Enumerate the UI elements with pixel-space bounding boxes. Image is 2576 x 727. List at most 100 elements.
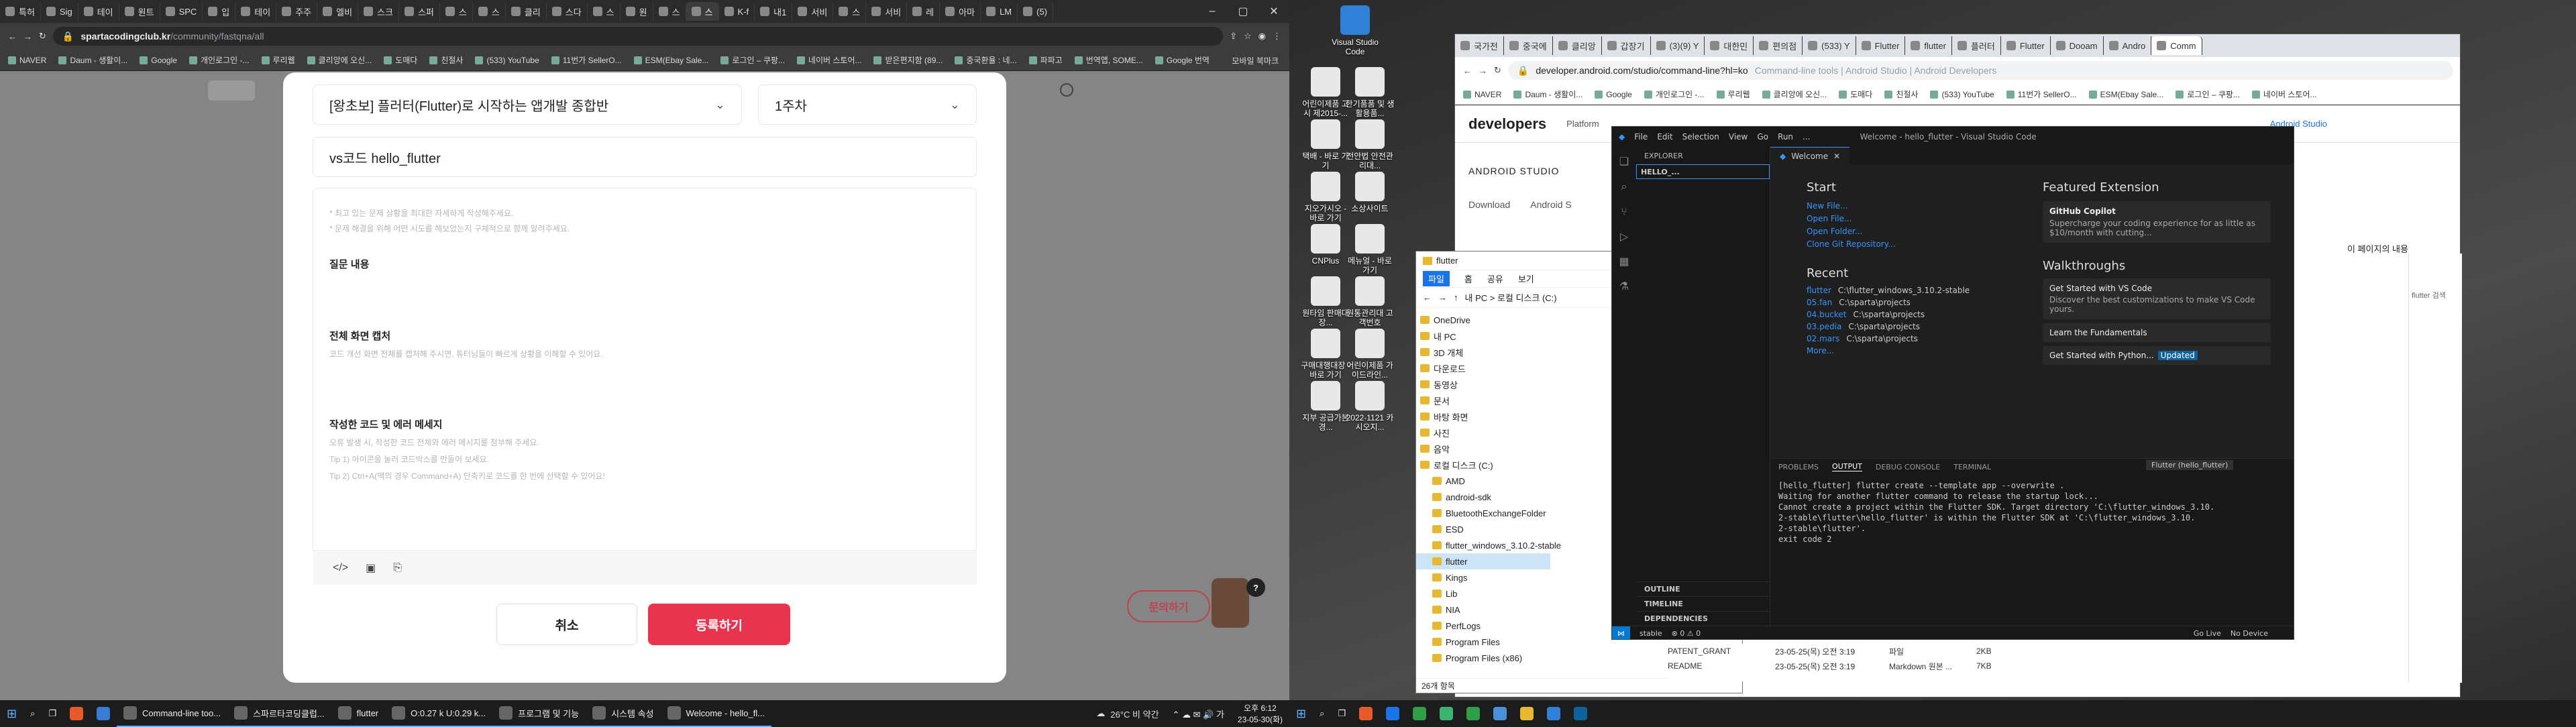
bookmark-item[interactable]: 도매다 [1839,89,1872,100]
browser-tab[interactable]: Andro [2104,36,2152,55]
desktop-icon[interactable]: 지오가시오 - 바로 가기 [1300,172,1351,223]
url-input[interactable]: 🔒 developer.android.com/studio/command-l… [1507,61,2453,80]
ribbon-tab[interactable]: 보기 [1518,272,1534,285]
menu-item[interactable]: File [1634,132,1648,142]
reload-icon[interactable]: ↻ [1494,65,1501,76]
browser-tab[interactable]: 원 [621,2,653,21]
browser-tab[interactable]: 아마 [940,2,981,21]
bookmark-item[interactable]: Google [140,56,177,65]
recent-item[interactable]: 05.fan C:\sparta\projects [1807,298,2035,307]
browser-tab[interactable]: 테이 [78,2,119,21]
taskbar-app[interactable] [1540,700,1567,727]
copilot-card[interactable]: GitHub Copilot Supercharge your coding e… [2043,201,2271,243]
share-icon[interactable]: ⇪ [1230,31,1237,42]
desktop-icon[interactable]: 전안법 안전관리대... [1344,119,1395,170]
file-row[interactable]: README 23-05-25(목) 오전 3:19 Markdown 원본 ...… [1668,659,2406,673]
bookmark-item[interactable]: ESM(Ebay Sale... [634,56,709,65]
browser-tab[interactable]: 스 [588,2,621,21]
taskbar-app[interactable] [1433,700,1460,727]
browser-tab[interactable]: 스 [686,2,719,21]
tree-item[interactable]: 로컬 디스크 (C:) [1416,457,1550,473]
browser-tab[interactable]: Flutter [1856,36,1906,55]
bookmark-item[interactable]: ESM(Ebay Sale... [2089,90,2164,99]
weather-widget[interactable]: ☁ 26°C 비 약간 [1089,700,1165,727]
desktop-icon[interactable]: 원통관리대 고객번호 [1344,276,1395,327]
bookmark-item[interactable]: 도매다 [384,54,417,66]
desktop-icon[interactable]: 2022-1121 카시오지... [1344,381,1395,432]
url-input[interactable]: 🔒 spartacodingclub.kr/community/fastqna/… [52,27,1224,46]
status-device[interactable]: No Device [2231,629,2268,638]
sub-nav-studio[interactable]: Android S [1530,199,1571,210]
browser-tab[interactable]: 테이 [235,2,277,21]
browser-tab[interactable]: Sig [41,2,78,21]
back-icon[interactable]: ← [1463,66,1472,76]
tree-item[interactable]: 사진 [1416,425,1550,441]
back-icon[interactable]: ← [1423,292,1432,302]
start-icon[interactable]: ⊞ [1289,700,1313,727]
bookmark-item[interactable]: 루리웹 [1717,89,1750,100]
desktop-icon[interactable]: 메뉴얼 - 바로 가기 [1344,224,1395,275]
walkthrough-fundamentals[interactable]: Learn the Fundamentals [2043,323,2271,342]
taskbar-app[interactable]: 프로그램 및 기능 [492,700,586,727]
pinned-app-icon[interactable] [90,700,117,727]
status-branch[interactable]: stable [1640,629,1662,638]
bookmark-item[interactable]: 중국환율 : 네... [955,54,1016,66]
bookmark-item[interactable]: NAVER [1463,90,1501,99]
browser-tab[interactable]: 서비 [866,2,908,21]
source-control-icon[interactable]: ⑂ [1621,205,1627,218]
browser-tab[interactable]: Comm [2151,36,2202,55]
star-icon[interactable]: ☆ [1244,31,1252,42]
tree-item[interactable]: 바탕 화면 [1416,408,1550,425]
desktop-icon[interactable]: Visual Studio Code [1330,5,1381,56]
tree-item[interactable]: Kings [1416,569,1550,585]
taskbar-app[interactable] [1352,700,1379,727]
search-icon[interactable]: ⌕ [23,700,42,727]
search-icon[interactable]: ⌕ [1621,180,1627,193]
bookmark-item[interactable]: 친절사 [429,54,463,66]
recent-item[interactable]: 04.bucket C:\sparta\projects [1807,310,2035,319]
tree-item[interactable]: flutter [1416,553,1550,569]
course-select[interactable]: [왕초보] 플러터(Flutter)로 시작하는 앱개발 종합반 ⌄ [313,85,742,125]
bookmark-item[interactable]: 개인로그인 -... [1644,89,1705,100]
bookmark-item[interactable]: 번역앱, SOME... [1075,54,1143,66]
browser-tab[interactable]: 원트 [119,2,160,21]
status-go-live[interactable]: Go Live [2194,629,2221,638]
extensions-icon[interactable]: ▦ [1619,255,1629,268]
panel-tab[interactable]: OUTPUT [1832,462,1862,471]
pinned-app-icon[interactable] [63,700,90,727]
testing-icon[interactable]: ⚗ [1619,280,1629,292]
explorer-search-input[interactable]: flutter 검색 [2409,254,2462,300]
forward-icon[interactable]: → [23,32,32,42]
desktop-icon[interactable]: 택배 - 바로 가기 [1300,119,1351,170]
taskbar-app[interactable]: 시스템 속성 [586,700,661,727]
cancel-button[interactable]: 취소 [496,604,637,645]
forward-icon[interactable]: → [1479,66,1487,76]
menu-icon[interactable]: ⋮ [1273,31,1281,42]
outline-section[interactable]: OUTLINE [1636,581,1770,596]
bookmark-item[interactable]: 루리웹 [262,54,295,66]
browser-tab[interactable]: 주주 [276,2,318,21]
browser-tab[interactable]: 스 [833,2,867,21]
site-brand[interactable]: developers [1468,115,1546,133]
browser-tab[interactable]: 클리앙 [1553,36,1602,55]
start-link[interactable]: Open Folder... [1807,227,2035,236]
nav-platform[interactable]: Platform [1566,119,1599,129]
taskbar-app[interactable] [1513,700,1540,727]
bookmark-item[interactable]: 네이버 스토어... [797,54,862,66]
browser-tab[interactable]: 서비 [792,2,834,21]
desktop-icon[interactable]: CNPlus [1300,224,1351,266]
panel-tab[interactable]: PROBLEMS [1778,463,1819,471]
desktop-icon[interactable]: 지부 공급가본경... [1300,381,1351,432]
browser-tab[interactable]: LM [981,2,1018,21]
menu-item[interactable]: Edit [1657,132,1672,142]
menu-item[interactable]: Selection [1682,132,1719,142]
week-select[interactable]: 1주차 ⌄ [758,85,977,125]
menu-item[interactable]: Run [1778,132,1793,142]
browser-tab[interactable]: 내1 [755,2,793,21]
taskbar-app[interactable]: 스파르타코딩클럽... [227,700,331,727]
tree-item[interactable]: NIA [1416,602,1550,618]
panel-tab[interactable]: DEBUG CONSOLE [1876,463,1940,471]
bookmark-item[interactable]: 로그인 – 쿠팡... [2176,89,2240,100]
browser-tab[interactable]: 특허 [0,2,41,21]
sub-nav-download[interactable]: Download [1468,199,1510,210]
